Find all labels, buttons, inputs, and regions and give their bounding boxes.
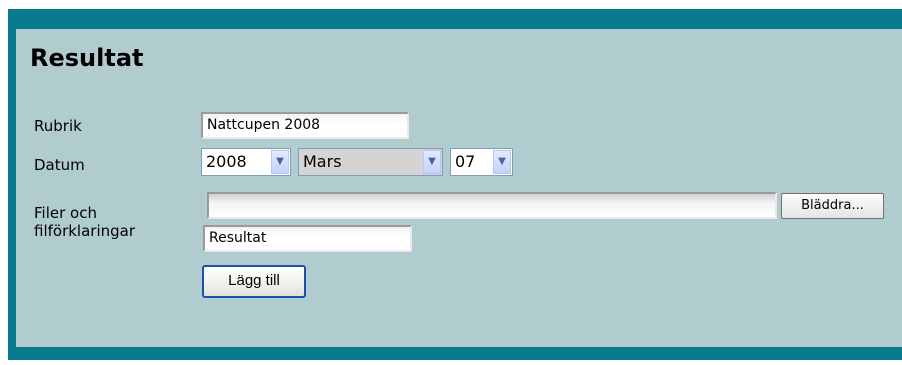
chevron-down-icon[interactable]: ▼ xyxy=(423,150,441,174)
day-select[interactable]: 07 ▼ xyxy=(450,148,513,176)
add-button[interactable]: Lägg till xyxy=(202,265,306,298)
rubrik-input[interactable]: Nattcupen 2008 xyxy=(201,112,409,139)
rubrik-label: Rubrik xyxy=(34,117,82,135)
month-select-value: Mars xyxy=(303,152,342,171)
day-select-value: 07 xyxy=(455,152,476,171)
page-title: Resultat xyxy=(30,44,144,72)
file-description-input[interactable]: Resultat xyxy=(203,225,412,252)
chevron-down-icon[interactable]: ▼ xyxy=(493,150,511,174)
year-select-value: 2008 xyxy=(206,152,247,171)
chevron-down-icon[interactable]: ▼ xyxy=(271,150,289,174)
files-label-line1: Filer och xyxy=(34,204,97,222)
form-panel xyxy=(16,29,902,347)
file-path-input[interactable] xyxy=(207,192,777,219)
browse-button[interactable]: Bläddra... xyxy=(781,193,884,219)
year-select[interactable]: 2008 ▼ xyxy=(201,148,291,176)
files-label-line2: filförklaringar xyxy=(34,222,136,240)
month-select[interactable]: Mars ▼ xyxy=(298,148,443,176)
datum-label: Datum xyxy=(34,156,85,174)
